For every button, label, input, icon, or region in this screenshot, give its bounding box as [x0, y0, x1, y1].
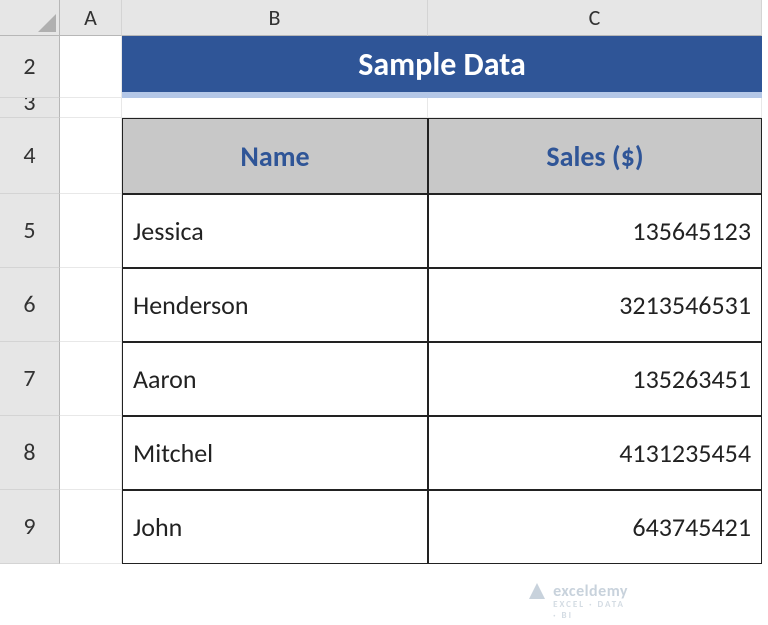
spreadsheet-grid: A B C 2 3 4 5 6 7 8 9 Sample Data Name S…: [0, 0, 762, 564]
table-header-name[interactable]: Name: [122, 118, 428, 194]
table-header-sales[interactable]: Sales ($): [428, 118, 762, 194]
cell-sales-1[interactable]: 3213546531: [428, 268, 762, 342]
cell-sales-2[interactable]: 135263451: [428, 342, 762, 416]
cell-A5[interactable]: [60, 194, 122, 268]
cell-name-1[interactable]: Henderson: [122, 268, 428, 342]
cell-name-2[interactable]: Aaron: [122, 342, 428, 416]
watermark-brand: exceldemy: [553, 582, 628, 601]
cell-sales-3[interactable]: 4131235454: [428, 416, 762, 490]
cell-A8[interactable]: [60, 416, 122, 490]
cell-A2[interactable]: [60, 36, 122, 98]
row-header-3[interactable]: 3: [0, 98, 60, 118]
cell-name-3[interactable]: Mitchel: [122, 416, 428, 490]
title-banner[interactable]: Sample Data: [122, 36, 762, 98]
cell-A6[interactable]: [60, 268, 122, 342]
watermark-logo-icon: [527, 581, 547, 601]
row-header-9[interactable]: 9: [0, 490, 60, 564]
select-all-corner[interactable]: [0, 0, 60, 36]
row-header-2[interactable]: 2: [0, 36, 60, 98]
cell-C3[interactable]: [428, 98, 762, 118]
cell-B3[interactable]: [122, 98, 428, 118]
cell-name-0[interactable]: Jessica: [122, 194, 428, 268]
cell-sales-4[interactable]: 643745421: [428, 490, 762, 564]
column-header-B[interactable]: B: [122, 0, 428, 36]
column-header-C[interactable]: C: [428, 0, 762, 36]
watermark-tag: EXCEL · DATA · BI: [553, 599, 628, 621]
cell-sales-0[interactable]: 135645123: [428, 194, 762, 268]
row-header-6[interactable]: 6: [0, 268, 60, 342]
column-header-A[interactable]: A: [60, 0, 122, 36]
cell-name-4[interactable]: John: [122, 490, 428, 564]
row-header-4[interactable]: 4: [0, 118, 60, 194]
cell-A4[interactable]: [60, 118, 122, 194]
row-header-5[interactable]: 5: [0, 194, 60, 268]
cell-A7[interactable]: [60, 342, 122, 416]
watermark: exceldemy EXCEL · DATA · BI: [527, 581, 628, 601]
cell-A9[interactable]: [60, 490, 122, 564]
cell-A3[interactable]: [60, 98, 122, 118]
select-all-triangle-icon: [38, 14, 56, 32]
row-header-8[interactable]: 8: [0, 416, 60, 490]
row-header-7[interactable]: 7: [0, 342, 60, 416]
